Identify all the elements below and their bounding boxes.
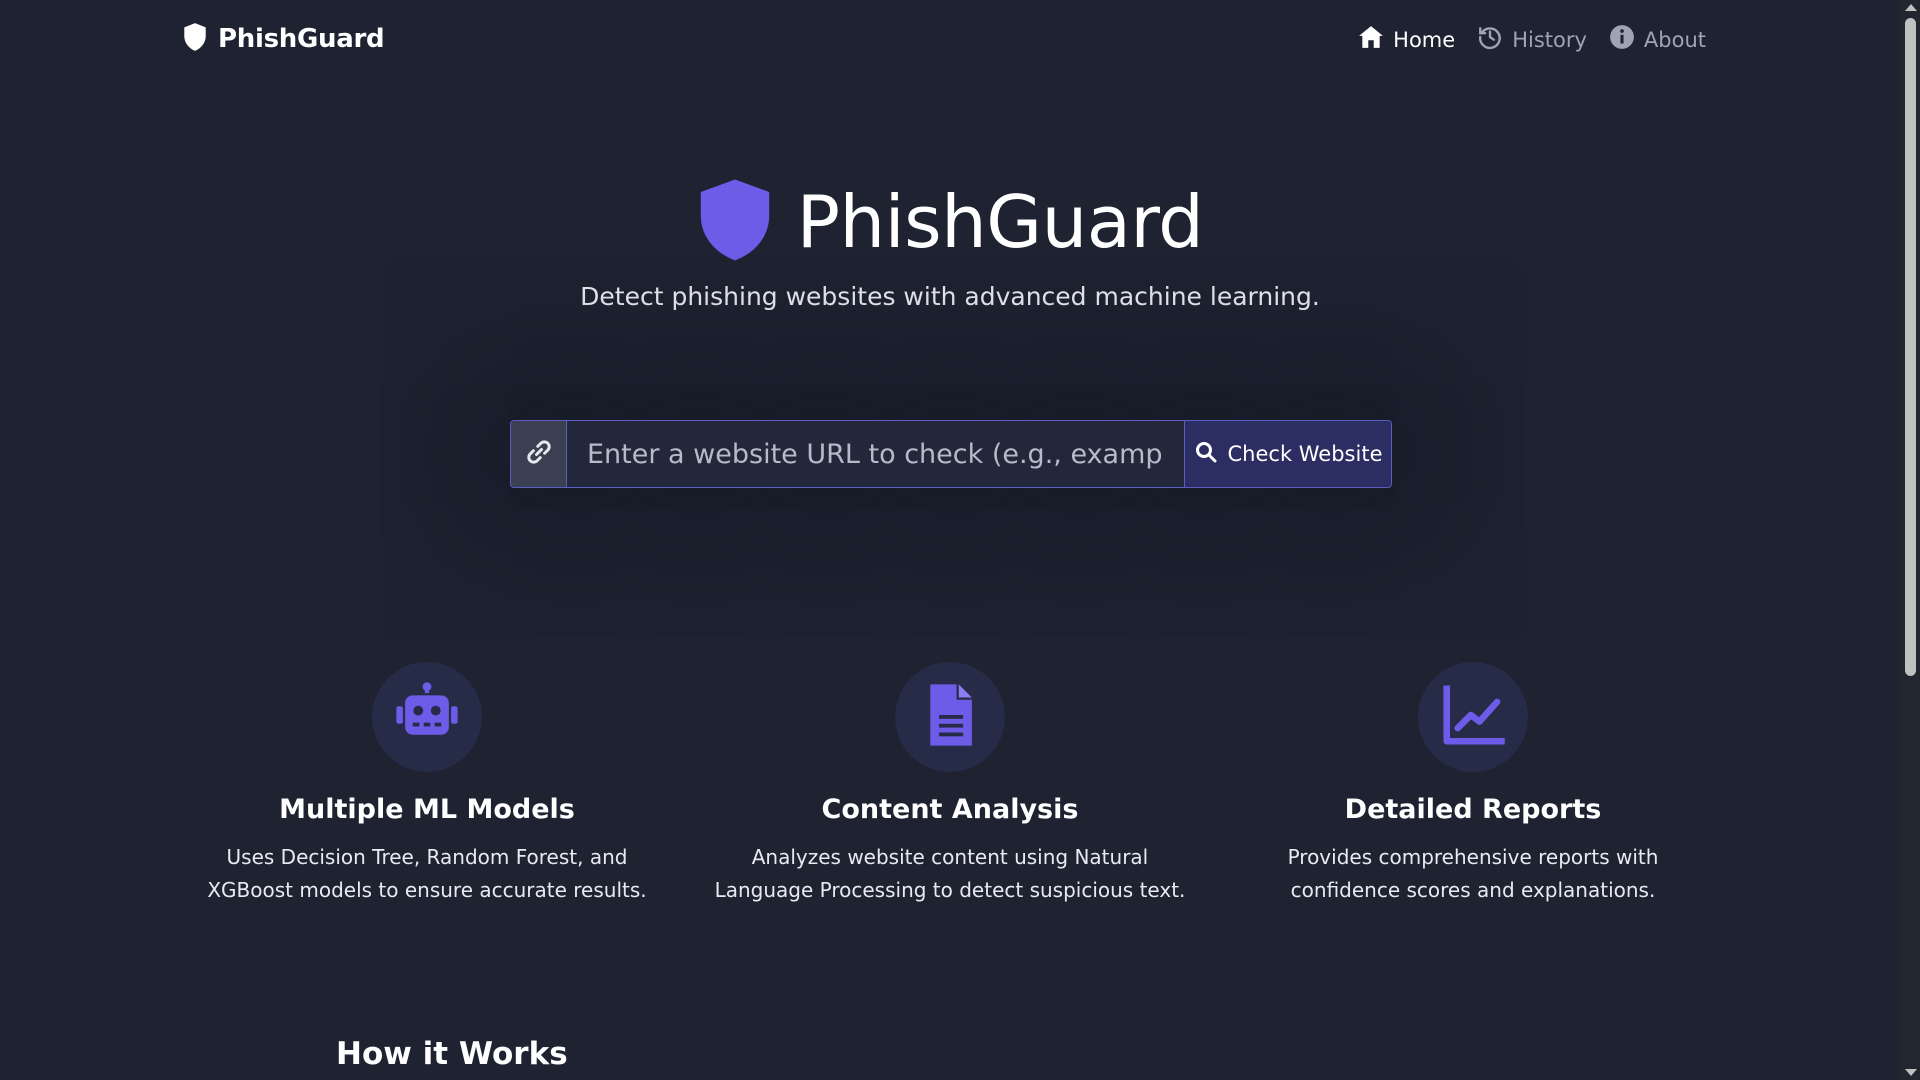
- nav-item-history[interactable]: History: [1477, 24, 1587, 55]
- history-icon: [1477, 24, 1503, 55]
- how-it-works-heading: How it Works: [336, 1036, 568, 1072]
- feature-title: Multiple ML Models: [279, 794, 575, 825]
- brand-link[interactable]: PhishGuard: [182, 22, 385, 56]
- link-icon: [524, 437, 554, 471]
- feature-description: Uses Decision Tree, Random Forest, and X…: [207, 845, 647, 902]
- nav-item-about[interactable]: About: [1609, 24, 1706, 55]
- brand-name: PhishGuard: [218, 24, 385, 54]
- feature-title: Detailed Reports: [1344, 794, 1602, 825]
- feature-card-content-analysis: Content Analysis Analyzes website conten…: [710, 662, 1190, 907]
- check-website-button[interactable]: Check Website: [1184, 421, 1391, 487]
- feature-icon-circle: [372, 662, 482, 772]
- feature-description: Analyzes website content using Natural L…: [714, 845, 1186, 902]
- scroll-thumb[interactable]: [1905, 18, 1916, 676]
- feature-card-detailed-reports: Detailed Reports Provides comprehensive …: [1233, 662, 1713, 907]
- url-check-form: Check Website: [510, 420, 1392, 488]
- nav-item-home[interactable]: Home: [1358, 24, 1455, 55]
- feature-card-ml-models: Multiple ML Models Uses Decision Tree, R…: [187, 662, 667, 907]
- page-title: PhishGuard: [796, 180, 1204, 264]
- scroll-up-arrow[interactable]: [1905, 4, 1917, 11]
- url-input-prefix: [511, 421, 567, 487]
- chart-line-icon: [1438, 680, 1508, 754]
- feature-title: Content Analysis: [821, 794, 1079, 825]
- feature-icon-circle: [1418, 662, 1528, 772]
- info-icon: [1609, 24, 1635, 55]
- robot-icon: [392, 680, 462, 754]
- page-scrollbar[interactable]: [1900, 0, 1920, 1080]
- shield-icon: [182, 22, 208, 56]
- scroll-down-arrow[interactable]: [1905, 1069, 1917, 1076]
- shield-icon: [697, 178, 773, 266]
- hero-title: PhishGuard: [0, 178, 1900, 266]
- home-icon: [1358, 24, 1384, 55]
- document-icon: [915, 680, 985, 754]
- feature-icon-circle: [895, 662, 1005, 772]
- navbar: PhishGuard Home History About: [0, 0, 1900, 78]
- main-nav: Home History About: [1358, 24, 1706, 55]
- nav-item-label: Home: [1393, 27, 1456, 52]
- hero-subtitle: Detect phishing websites with advanced m…: [580, 282, 1320, 311]
- nav-item-label: About: [1643, 27, 1706, 52]
- search-icon: [1194, 440, 1218, 469]
- check-website-label: Check Website: [1227, 442, 1383, 466]
- url-input[interactable]: [567, 421, 1184, 487]
- feature-description: Provides comprehensive reports with conf…: [1287, 845, 1659, 902]
- nav-item-label: History: [1512, 27, 1587, 52]
